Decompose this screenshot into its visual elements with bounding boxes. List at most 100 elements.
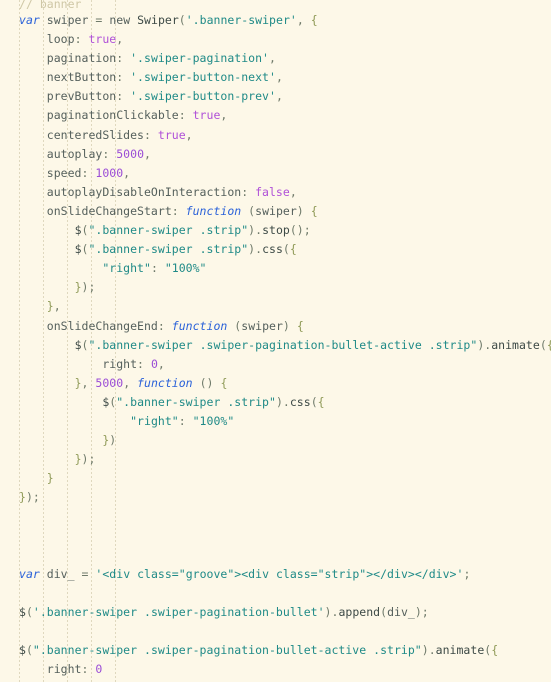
code-snippet-viewer[interactable]: // banner var swiper = new Swiper('.banne… [0, 0, 551, 682]
code-token-punc: , [123, 165, 131, 180]
code-token-fn: $ [19, 604, 26, 619]
code-token-punc: . [282, 394, 290, 409]
code-token-str: "right" [102, 261, 151, 276]
code-token-punc: ) [275, 394, 283, 409]
code-line[interactable]: var swiper = new Swiper('.banner-swiper'… [0, 11, 551, 30]
code-token-punc: , [275, 89, 283, 104]
code-token-punc: : [144, 127, 158, 142]
code-line[interactable] [0, 622, 551, 641]
code-line[interactable]: right: 0 [0, 660, 551, 679]
code-token-prop: nextButton [46, 70, 117, 85]
code-token-punc: ( [310, 394, 318, 409]
code-token-id [19, 32, 47, 46]
code-token-prop: autoplayDisableOnInteraction [46, 184, 242, 199]
code-line[interactable]: $(".banner-swiper .swiper-pagination-bul… [0, 336, 551, 355]
code-line[interactable]: autoplayDisableOnInteraction: false, [0, 183, 551, 202]
code-token-str: ".banner-swiper .swiper-pagination-bulle… [32, 643, 422, 658]
code-line[interactable]: centeredSlides: true, [0, 126, 551, 145]
code-token-punc: , [296, 13, 304, 27]
code-line[interactable]: autoplay: 5000, [0, 145, 551, 164]
code-token-id [19, 376, 75, 390]
code-token-brace: { [547, 338, 551, 352]
code-line[interactable]: right: 0, [0, 355, 551, 374]
code-token-str: '.swiper-button-next' [130, 70, 276, 85]
code-line[interactable]: "right": "100%" [0, 412, 551, 431]
code-line[interactable]: loop: true, [0, 30, 551, 49]
code-line[interactable]: }); [0, 278, 551, 297]
code-line[interactable] [0, 507, 551, 526]
code-line[interactable]: }); [0, 450, 551, 469]
code-token-id [19, 223, 75, 237]
code-token-brace: { [289, 242, 297, 257]
code-token-id [19, 414, 130, 428]
code-token-num: 1000 [95, 165, 124, 180]
code-line[interactable] [0, 584, 551, 603]
code-token-punc: ( [25, 643, 33, 658]
code-line[interactable]: nextButton: '.swiper-button-next', [0, 68, 551, 87]
code-token-str: "100%" [192, 413, 235, 428]
code-lines[interactable]: // banner var swiper = new Swiper('.banne… [0, 0, 551, 682]
code-token-id [19, 51, 47, 65]
code-line[interactable]: $(".banner-swiper .strip").css({ [0, 393, 551, 412]
code-token-id [19, 261, 102, 275]
code-line[interactable]: $(".banner-swiper .strip").css({ [0, 240, 551, 259]
code-token-id: swiper [39, 13, 96, 27]
code-token-id [19, 662, 47, 676]
code-line[interactable] [0, 527, 551, 546]
code-line[interactable]: prevButton: '.swiper-button-prev', [0, 87, 551, 106]
code-token-punc: : [74, 32, 89, 47]
code-token-str: ".banner-swiper .strip" [88, 242, 249, 257]
code-token-brace: } [46, 471, 54, 486]
code-token-id [19, 433, 102, 447]
code-line[interactable]: onSlideChangeStart: function (swiper) { [0, 202, 551, 221]
code-token-id [19, 299, 47, 313]
code-token-str: ".banner-swiper .strip" [88, 223, 249, 238]
code-token-punc: , [268, 51, 276, 66]
code-token-punc: : [241, 184, 256, 199]
code-token-punc: , [220, 108, 228, 123]
code-line[interactable]: $('.banner-swiper .swiper-pagination-bul… [0, 603, 551, 622]
code-token-brace: } [74, 375, 82, 390]
code-token-num: 0 [95, 662, 103, 677]
code-token-str: '.swiper-button-prev' [130, 89, 276, 104]
code-token-brace: { [310, 13, 318, 27]
code-token-brace: { [491, 643, 499, 658]
code-token-brace: } [74, 280, 82, 295]
code-token-id [19, 204, 47, 218]
code-line[interactable]: speed: 1000, [0, 164, 551, 183]
code-token-id: swiper [241, 318, 283, 333]
code-line[interactable]: onSlideChangeEnd: function (swiper) { [0, 317, 551, 336]
code-token-fn: Swiper [137, 13, 179, 27]
code-line[interactable]: var div_ = '<div class="groove"><div cla… [0, 565, 551, 584]
code-token-punc: : [178, 413, 193, 428]
code-line[interactable]: $(".banner-swiper .strip").stop(); [0, 221, 551, 240]
code-token-bool: true [88, 32, 117, 47]
code-line[interactable]: } [0, 469, 551, 488]
code-line[interactable] [0, 546, 551, 565]
code-line[interactable]: $(".banner-swiper .swiper-pagination-bul… [0, 641, 551, 660]
code-token-id [19, 280, 75, 294]
code-token-id [19, 471, 47, 485]
code-line[interactable]: }); [0, 488, 551, 507]
code-token-kw: function [171, 318, 228, 333]
code-line[interactable]: }, [0, 297, 551, 316]
code-token-id [19, 166, 47, 180]
code-line[interactable]: paginationClickable: true, [0, 106, 551, 125]
code-token-prop: loop [46, 32, 75, 47]
code-line[interactable]: // banner [0, 0, 551, 11]
code-token-id [19, 185, 47, 199]
code-token-num: 5000 [116, 146, 145, 161]
code-token-punc: , [185, 127, 193, 142]
code-line[interactable]: }, 5000, function () { [0, 374, 551, 393]
code-token-id: div_ [39, 566, 82, 581]
code-line[interactable]: "right": "100%" [0, 259, 551, 278]
code-token-brace: { [220, 375, 228, 390]
code-token-comment: // banner [19, 0, 82, 11]
code-line[interactable]: }) [0, 431, 551, 450]
code-line[interactable]: pagination: '.swiper-pagination', [0, 49, 551, 68]
code-token-prop: prevButton [46, 89, 117, 104]
code-token-punc: ) [282, 318, 297, 333]
code-token-punc: , [81, 375, 96, 390]
code-token-id [19, 128, 47, 142]
code-token-id [19, 89, 47, 103]
